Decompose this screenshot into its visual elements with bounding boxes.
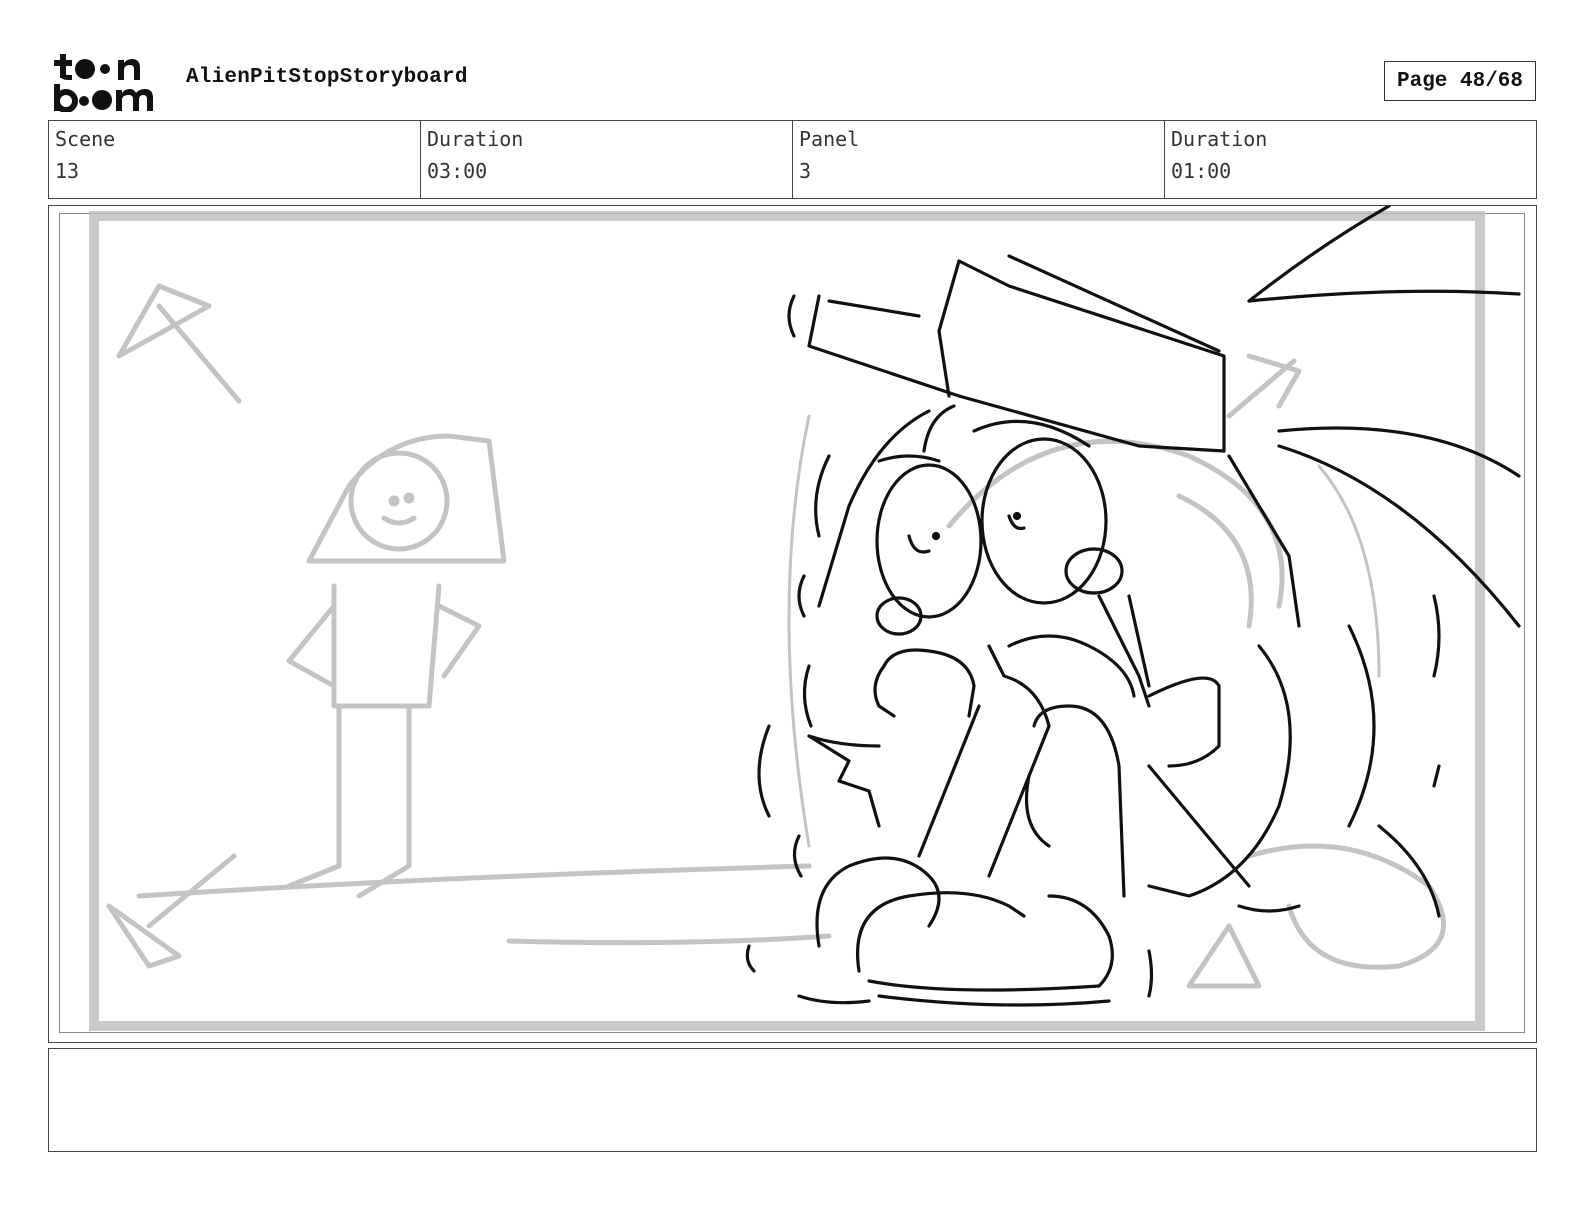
scene-duration-value: 03:00: [427, 159, 488, 183]
scene-label: Scene: [55, 127, 116, 151]
panel-duration-value: 01:00: [1171, 159, 1232, 183]
scene-cell: Scene 13: [49, 121, 421, 198]
scene-duration-label: Duration: [427, 127, 524, 151]
scene-duration-cell: Duration 03:00: [421, 121, 793, 198]
panel-duration-label: Duration: [1171, 127, 1268, 151]
toon-boom-logo: [54, 54, 153, 112]
panel-notes-box[interactable]: [48, 1048, 1537, 1152]
scene-value: 13: [55, 159, 80, 183]
page-indicator: Page 48/68: [1384, 61, 1536, 101]
storyboard-panel: [48, 205, 1537, 1043]
panel-cell: Panel 3: [793, 121, 1165, 198]
panel-value: 3: [799, 159, 812, 183]
panel-duration-cell: Duration 01:00: [1165, 121, 1536, 198]
panel-sketch: [89, 206, 1521, 1031]
panel-label: Panel: [799, 127, 860, 151]
character-sketch: [745, 206, 1521, 1007]
project-title: AlienPitStopStoryboard: [186, 66, 468, 89]
scene-info-table: Scene 13 Duration 03:00 Panel 3 Duration…: [48, 120, 1537, 199]
